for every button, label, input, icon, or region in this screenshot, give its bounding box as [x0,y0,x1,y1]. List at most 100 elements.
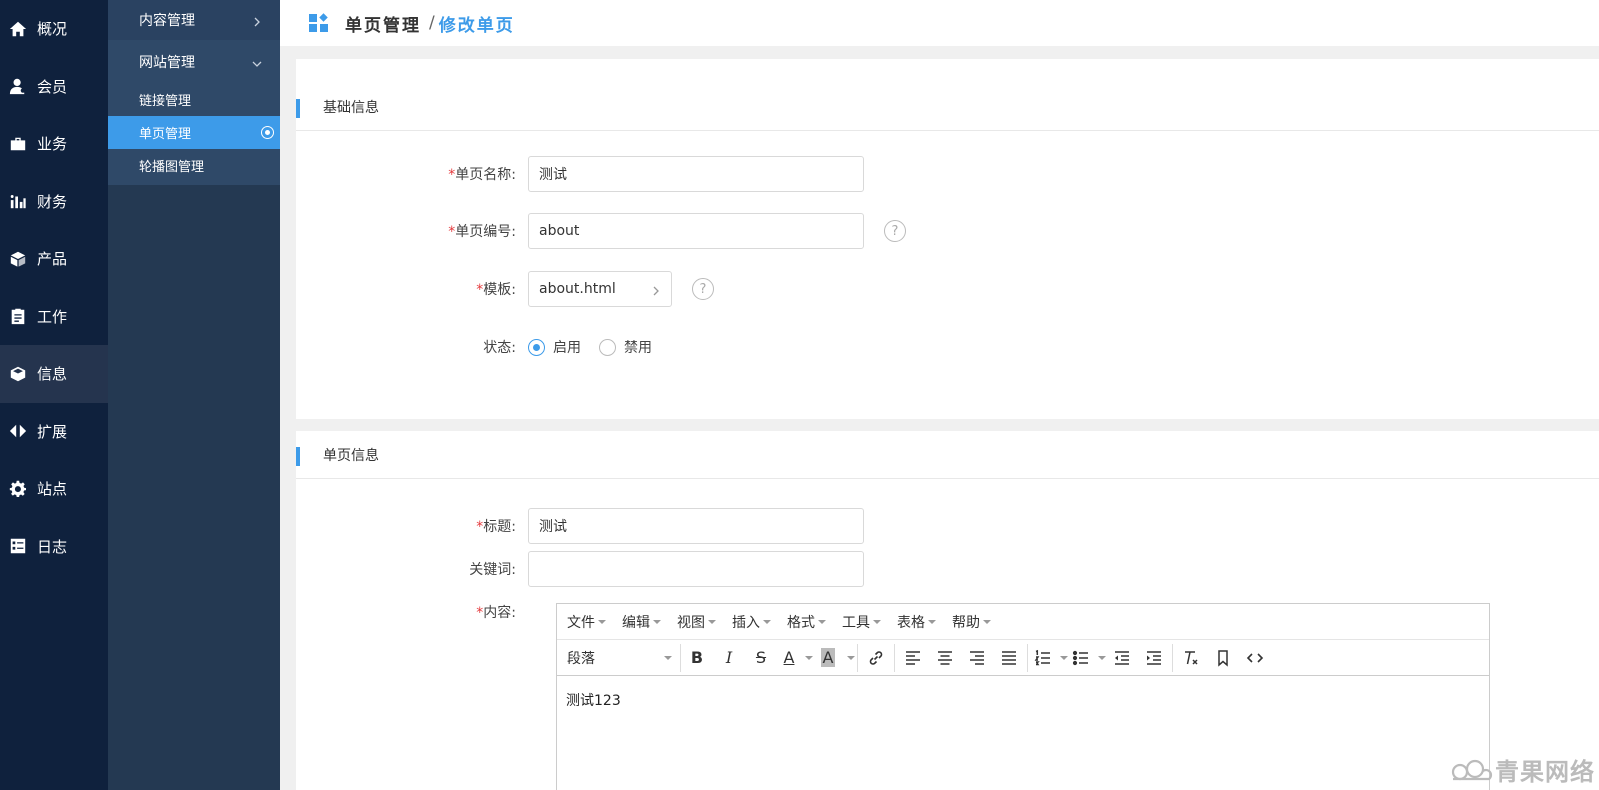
chevron-right-icon [252,15,262,27]
template-select[interactable]: about.html [528,271,672,307]
background-color-button[interactable]: A [813,644,843,672]
clear-format-icon[interactable] [1175,644,1207,672]
nav-item-products[interactable]: 产品 [0,230,108,288]
toolbar-divider [1027,643,1028,672]
form-row-keywords: 关键词: [296,551,864,587]
form-row-title: *标题: [296,508,864,544]
status-enabled-radio[interactable]: 启用 [528,337,581,357]
menu-edit[interactable]: 编辑 [614,612,669,632]
block-format-value: 段落 [567,650,595,667]
menu-tools[interactable]: 工具 [834,612,889,632]
main-nav: 概况 会员 业务 财务 产品 工作 信息 扩展 站点 日志 [0,0,108,790]
sub-item-links[interactable]: 链接管理 [108,83,280,116]
menu-table[interactable]: 表格 [889,612,944,632]
background-color-dropdown[interactable] [843,655,855,660]
source-code-icon[interactable] [1239,644,1271,672]
cloud-logo-icon [1451,759,1493,780]
page-info-panel: 单页信息 *标题: 关键词: *内容: 文件 编辑 视图 插入 格式 工具 表格… [296,431,1599,790]
watermark-text: 青果网络 [1495,758,1595,786]
title-input[interactable] [528,508,864,544]
help-icon[interactable]: ? [692,278,714,300]
nav-item-members[interactable]: 会员 [0,58,108,116]
sub-nav: 内容管理 网站管理 链接管理 单页管理 轮播图管理 [108,0,280,790]
menu-view[interactable]: 视图 [669,612,724,632]
gear-icon [8,479,28,499]
box-icon [8,249,28,269]
nav-item-extensions[interactable]: 扩展 [0,403,108,461]
bold-button[interactable]: B [681,644,713,672]
font-color-dropdown[interactable] [801,655,813,660]
page-name-input[interactable] [528,156,864,192]
sub-group-content[interactable]: 内容管理 [108,0,280,40]
page-code-input[interactable] [528,213,864,249]
numbered-list-icon[interactable] [1030,644,1056,672]
font-color-button[interactable]: A [777,644,801,672]
nav-item-sites[interactable]: 站点 [0,460,108,518]
form-row-status: 状态: 启用 禁用 [296,329,670,365]
bar-chart-icon [8,191,28,211]
menu-insert[interactable]: 插入 [724,612,779,632]
sub-list: 链接管理 单页管理 轮播图管理 [108,83,280,185]
toolbar-divider [857,643,858,672]
editor-toolbar: 段落 B I S A A [557,640,1489,676]
expand-icon [8,421,28,441]
chevron-right-icon [651,284,661,296]
editor-menubar: 文件 编辑 视图 插入 格式 工具 表格 帮助 [557,604,1489,640]
user-icon [8,76,28,96]
menu-file[interactable]: 文件 [559,612,614,632]
nav-item-logs[interactable]: 日志 [0,518,108,576]
nav-item-overview[interactable]: 概况 [0,0,108,58]
strikethrough-button[interactable]: S [745,644,777,672]
nav-item-business[interactable]: 业务 [0,115,108,173]
link-icon[interactable] [860,644,892,672]
section-title: 单页信息 [296,431,1599,479]
nav-item-info[interactable]: 信息 [0,345,108,403]
status-disabled-radio[interactable]: 禁用 [599,337,652,357]
field-label: *单页名称: [448,167,516,183]
nav-item-label: 日志 [37,537,68,556]
radio-label: 启用 [553,340,581,356]
help-icon[interactable]: ? [884,220,906,242]
active-dot-icon [261,126,274,139]
template-value: about.html [539,281,616,297]
bullet-list-dropdown[interactable] [1094,655,1106,660]
nav-item-work[interactable]: 工作 [0,288,108,346]
sub-item-single-page[interactable]: 单页管理 [108,116,280,149]
chevron-down-icon [252,57,262,67]
clipboard-icon [8,306,28,326]
form-row-code: *单页编号: ? [296,213,906,249]
dashboard-icon [309,13,328,32]
numbered-list-dropdown[interactable] [1056,655,1068,660]
bookmark-icon[interactable] [1207,644,1239,672]
nav-item-label: 信息 [37,365,68,384]
radio-label: 禁用 [624,340,652,356]
align-right-icon[interactable] [961,644,993,672]
menu-format[interactable]: 格式 [779,612,834,632]
section-title: 基础信息 [296,83,1599,131]
align-left-icon[interactable] [897,644,929,672]
sub-item-carousel[interactable]: 轮播图管理 [108,149,280,182]
keywords-input[interactable] [528,551,864,587]
align-center-icon[interactable] [929,644,961,672]
block-format-select[interactable]: 段落 [561,643,681,672]
sub-group-label: 网站管理 [139,54,195,71]
editor-content[interactable]: 测试123 [557,676,1489,724]
field-label: *模板: [476,282,516,298]
nav-item-finance[interactable]: 财务 [0,173,108,231]
sub-item-label: 单页管理 [139,127,192,142]
nav-item-label: 会员 [37,77,68,96]
bullet-list-icon[interactable] [1068,644,1094,672]
align-justify-icon[interactable] [993,644,1025,672]
form-row-name: *单页名称: [296,156,864,192]
sub-group-website[interactable]: 网站管理 [108,40,280,83]
outdent-icon[interactable] [1106,644,1138,672]
field-label: 状态: [483,340,516,356]
page-header: 单页管理 / 修改单页 [280,0,1599,46]
nav-item-label: 财务 [37,192,68,211]
radio-unchecked-icon [599,338,616,356]
indent-icon[interactable] [1138,644,1170,672]
basic-info-panel: 基础信息 *单页名称: *单页编号: ? *模板: about.html ? 状… [296,59,1599,419]
menu-help[interactable]: 帮助 [944,612,999,632]
italic-button[interactable]: I [713,644,745,672]
rich-text-editor: 文件 编辑 视图 插入 格式 工具 表格 帮助 段落 B I S A A 测试1… [556,603,1490,790]
